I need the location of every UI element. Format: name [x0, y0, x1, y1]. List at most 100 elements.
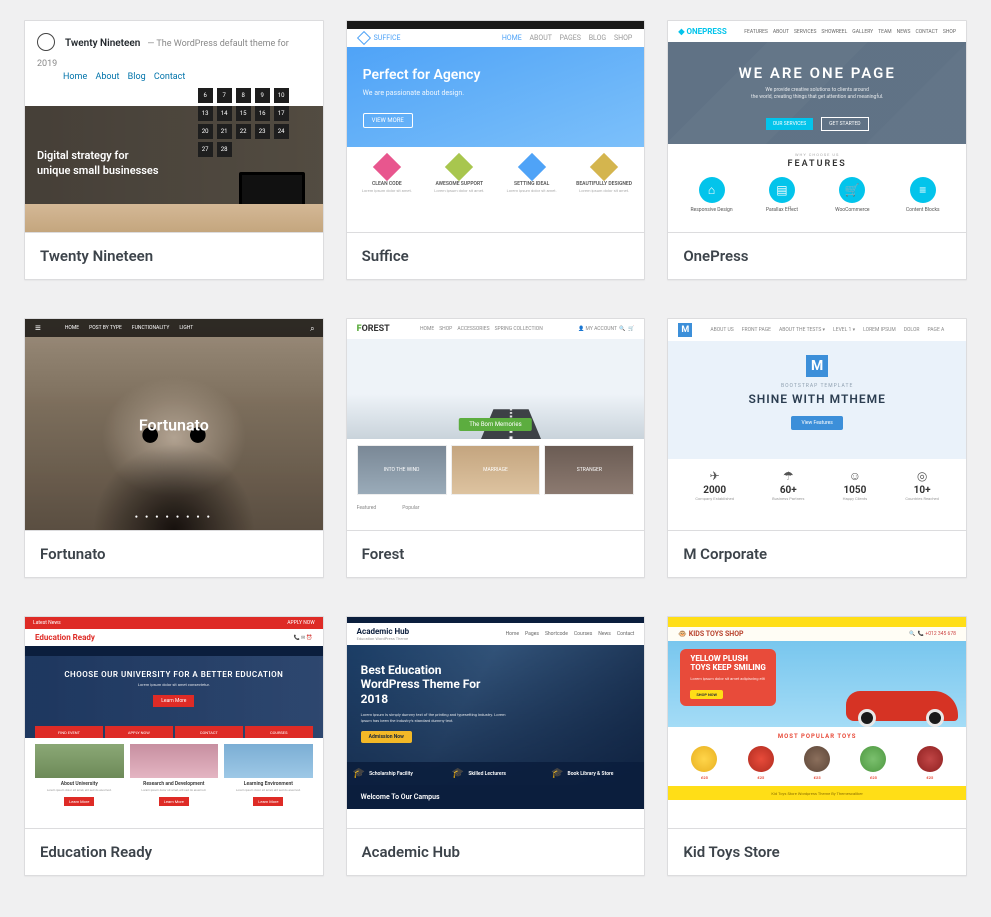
preview-brand: Academic Hub	[357, 627, 409, 636]
hero-tile: APPLY NOW	[105, 726, 173, 738]
theme-name: Academic Hub	[347, 829, 645, 875]
column-image	[35, 744, 124, 778]
column-button: Learn More	[64, 797, 94, 806]
theme-thumbnail: M ABOUT USFRONT PAGEABOUT THE TESTS ▾LEV…	[668, 319, 966, 531]
product-price: £25	[860, 775, 886, 780]
preview-brand: Education Ready	[35, 633, 95, 642]
theme-name: Forest	[347, 531, 645, 577]
hamburger-icon: ≡	[35, 323, 41, 334]
theme-card-academic-hub[interactable]: Academic Hub Education WordPress Theme H…	[346, 616, 646, 876]
hero-button: Admission Now	[361, 731, 412, 743]
stat-value: 1050	[843, 485, 868, 496]
section-eyebrow: WHY CHOOSE US	[668, 152, 966, 157]
theme-thumbnail: Twenty Nineteen — The WordPress default …	[25, 21, 323, 233]
hero-title: CHOOSE OUR UNIVERSITY FOR A BETTER EDUCA…	[25, 656, 323, 679]
theme-thumbnail: Academic Hub Education WordPress Theme H…	[347, 617, 645, 829]
social-icons: ● ● ● ● ● ● ● ●	[135, 514, 213, 520]
product-tabs: Featured Popular	[347, 501, 645, 515]
product-price: £25	[804, 775, 830, 780]
preview-nav: HOMESHOPACCESSORIESSPRING COLLECTION	[420, 326, 548, 332]
secondary-button: GET STARTED	[821, 117, 868, 131]
column-image	[130, 744, 219, 778]
column-button: Learn More	[159, 797, 189, 806]
section-title: MOST POPULAR TOYS	[668, 727, 966, 746]
theme-name: Twenty Nineteen	[25, 233, 323, 279]
nav-link: About	[95, 72, 119, 82]
circle-icon: ▤	[769, 177, 795, 203]
graduation-cap-icon: 🎓	[452, 768, 464, 779]
user-icon: 👤	[578, 326, 584, 332]
preview-nav: ≡ HOME POST BY TYPE FUNCTIONALITY LIGHT	[25, 319, 323, 337]
theme-thumbnail: Latest NewsAPPLY NOW Education Ready 📞 ✉…	[25, 617, 323, 829]
preview-nav: HOME ABOUT PAGES BLOG SHOP	[496, 34, 633, 42]
wordpress-logo-icon	[37, 33, 55, 51]
calendar-graphic: 678910 1314151617 2021222324 2728	[198, 88, 293, 133]
product-thumb	[748, 746, 774, 772]
tile-title: Book Library & Store	[568, 771, 614, 777]
feature-card: MARRIAGE	[451, 445, 541, 495]
product-thumb	[917, 746, 943, 772]
hero-text: Digital strategy for unique small busine…	[37, 148, 159, 179]
theme-card-twenty-nineteen[interactable]: Twenty Nineteen — The WordPress default …	[24, 20, 324, 280]
hero-tile: COURSES	[245, 726, 313, 738]
theme-name: Kid Toys Store	[668, 829, 966, 875]
hexagon-icon	[373, 153, 401, 181]
product-thumb	[804, 746, 830, 772]
circle-icon: 🛒	[839, 177, 865, 203]
hero-subtitle: We provide creative solutions to clients…	[668, 87, 966, 101]
theme-card-onepress[interactable]: ONEPRESS FEATURESABOUTSERVICESSHOWREELGA…	[667, 20, 967, 280]
hero-title: Best Education WordPress Theme For 2018	[361, 663, 491, 706]
hero-caption: The Born Memories	[459, 418, 531, 431]
theme-thumbnail: FOREST HOMESHOPACCESSORIESSPRING COLLECT…	[347, 319, 645, 531]
toy-car-graphic	[846, 691, 958, 721]
preview-brand: 🐵 KIDS TOYS SHOP	[678, 630, 743, 638]
feature-card: STRANGER	[544, 445, 634, 495]
theme-thumbnail: ≡ HOME POST BY TYPE FUNCTIONALITY LIGHT …	[25, 319, 323, 531]
preview-brand: ONEPRESS	[678, 27, 726, 36]
topbar-right: APPLY NOW	[287, 620, 314, 626]
theme-card-kid-toys-store[interactable]: 🐵 KIDS TOYS SHOP 🔍 📞 +012 345 678 YELLOW…	[667, 616, 967, 876]
stat-icon: ◎	[905, 469, 939, 483]
theme-name: Fortunato	[25, 531, 323, 577]
hero-subtitle: We are passionate about design.	[363, 89, 629, 97]
theme-name: OnePress	[668, 233, 966, 279]
product-price: £25	[691, 775, 717, 780]
circle-icon: ≡	[910, 177, 936, 203]
hero-title: SHINE WITH MTHEME	[668, 392, 966, 406]
theme-card-m-corporate[interactable]: M ABOUT USFRONT PAGEABOUT THE TESTS ▾LEV…	[667, 318, 967, 578]
circle-icon: ⌂	[699, 177, 725, 203]
stat-value: 2000	[695, 485, 734, 496]
hero-button: Learn More	[153, 695, 194, 707]
theme-name: M Corporate	[668, 531, 966, 577]
hero-button: View Features	[791, 416, 842, 430]
preview-brand: SUFFICE	[374, 34, 401, 42]
preview-brand: FOREST	[357, 324, 390, 334]
welcome-banner: Welcome To Our Campus	[347, 785, 645, 809]
stat-value: 10+	[905, 485, 939, 496]
graduation-cap-icon: 🎓	[551, 768, 563, 779]
hero-speech-bubble: YELLOW PLUSHTOYS KEEP SMILING Lorem ipsu…	[680, 649, 776, 706]
preview-nav: FEATURESABOUTSERVICESSHOWREELGALLERYTEAM…	[739, 29, 956, 35]
stat-value: 60+	[772, 485, 804, 496]
search-icon: ⌕	[310, 324, 314, 334]
theme-card-education-ready[interactable]: Latest NewsAPPLY NOW Education Ready 📞 ✉…	[24, 616, 324, 876]
preview-nav: Home About Blog Contact	[63, 72, 311, 82]
theme-card-forest[interactable]: FOREST HOMESHOPACCESSORIESSPRING COLLECT…	[346, 318, 646, 578]
theme-card-fortunato[interactable]: ≡ HOME POST BY TYPE FUNCTIONALITY LIGHT …	[24, 318, 324, 578]
product-price: £25	[748, 775, 774, 780]
theme-thumbnail: ONEPRESS FEATURESABOUTSERVICESSHOWREELGA…	[668, 21, 966, 233]
column-button: Learn More	[253, 797, 283, 806]
stat-icon: ✈	[695, 469, 734, 483]
tile-title: Scholarship Facility	[369, 771, 413, 777]
theme-name: Suffice	[347, 233, 645, 279]
theme-card-suffice[interactable]: SUFFICE HOME ABOUT PAGES BLOG SHOP Perfe…	[346, 20, 646, 280]
hero-title: Fortunato	[139, 415, 209, 434]
hero-subtitle: Lorem ipsum dolor sit amet consectetur.	[25, 682, 323, 687]
hexagon-icon	[518, 153, 546, 181]
hero-title: WE ARE ONE PAGE	[668, 64, 966, 82]
graduation-cap-icon: 🎓	[353, 768, 365, 779]
hero-title: Perfect for Agency	[363, 67, 629, 83]
hero-tile: FIND EVENT	[35, 726, 103, 738]
themes-grid: Twenty Nineteen — The WordPress default …	[24, 20, 967, 876]
suffice-logo-icon	[357, 31, 371, 45]
